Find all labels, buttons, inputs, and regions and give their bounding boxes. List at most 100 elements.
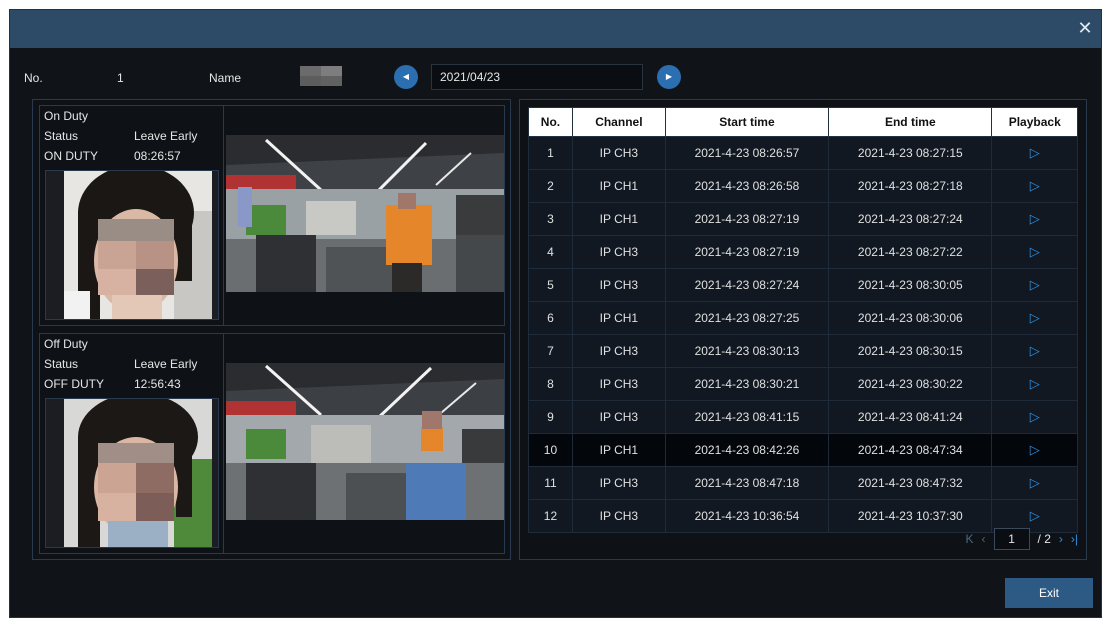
row-no: 8 <box>528 367 573 401</box>
play-icon[interactable]: ▷ <box>1030 409 1040 424</box>
play-icon[interactable]: ▷ <box>1030 475 1040 490</box>
row-channel: IP CH1 <box>571 169 666 203</box>
on-duty-time-label: ON DUTY <box>44 149 98 163</box>
row-start-time: 2021-4-23 08:27:24 <box>664 268 830 302</box>
play-icon[interactable]: ▷ <box>1030 211 1040 226</box>
page-input[interactable]: 1 <box>993 528 1030 550</box>
col-channel: Channel <box>571 107 666 137</box>
row-no: 1 <box>528 136 573 170</box>
on-duty-block: On Duty Status Leave Early ON DUTY 08:26… <box>39 105 505 326</box>
off-duty-scene-snapshot[interactable] <box>226 363 504 520</box>
table-row[interactable]: 3 IP CH1 2021-4-23 08:27:19 2021-4-23 08:27… <box>528 202 1078 236</box>
on-duty-status-value: Leave Early <box>134 129 198 143</box>
row-channel: IP CH3 <box>571 334 666 368</box>
row-start-time: 2021-4-23 08:42:26 <box>664 433 830 467</box>
table-row[interactable]: 2 IP CH1 2021-4-23 08:26:58 2021-4-23 08:27… <box>528 169 1078 203</box>
row-playback: ▷ <box>991 202 1078 236</box>
table-row[interactable]: 4 IP CH3 2021-4-23 08:27:19 2021-4-23 08:27… <box>528 235 1078 269</box>
row-start-time: 2021-4-23 08:27:25 <box>664 301 830 335</box>
on-duty-face-snapshot[interactable] <box>45 170 219 320</box>
on-duty-scene-snapshot[interactable] <box>226 135 504 292</box>
play-icon[interactable]: ▷ <box>1030 442 1040 457</box>
table-row[interactable]: 11 IP CH3 2021-4-23 08:47:18 2021-4-23 08:4… <box>528 466 1078 500</box>
row-channel: IP CH1 <box>571 433 666 467</box>
close-icon[interactable]: ✕ <box>1075 18 1095 38</box>
off-duty-status-value: Leave Early <box>134 357 198 371</box>
row-channel: IP CH3 <box>571 268 666 302</box>
col-playback: Playback <box>991 107 1078 137</box>
play-icon[interactable]: ▷ <box>1030 277 1040 292</box>
table-row[interactable]: 9 IP CH3 2021-4-23 08:41:15 2021-4-23 08:41… <box>528 400 1078 434</box>
row-no: 2 <box>528 169 573 203</box>
row-channel: IP CH1 <box>571 202 666 236</box>
name-label: Name <box>209 71 242 85</box>
row-start-time: 2021-4-23 08:27:19 <box>664 202 830 236</box>
attendance-dialog: ✕ No. 1 Name ◀ 2021/04/23 ▶ On Duty Stat… <box>9 9 1102 618</box>
row-channel: IP CH3 <box>571 466 666 500</box>
row-end-time: 2021-4-23 08:47:32 <box>828 466 993 500</box>
table-row[interactable]: 6 IP CH1 2021-4-23 08:27:25 2021-4-23 08:30… <box>528 301 1078 335</box>
row-playback: ▷ <box>991 136 1078 170</box>
play-icon[interactable]: ▷ <box>1030 145 1040 160</box>
play-icon[interactable]: ▷ <box>1030 376 1040 391</box>
off-duty-status-label: Status <box>44 357 79 371</box>
row-end-time: 2021-4-23 08:41:24 <box>828 400 993 434</box>
on-duty-time-value: 08:26:57 <box>134 149 181 163</box>
row-start-time: 2021-4-23 08:26:58 <box>664 169 830 203</box>
row-end-time: 2021-4-23 08:27:22 <box>828 235 993 269</box>
row-end-time: 2021-4-23 08:27:18 <box>828 169 993 203</box>
row-playback: ▷ <box>991 301 1078 335</box>
table-row[interactable]: 1 IP CH3 2021-4-23 08:26:57 2021-4-23 08:27… <box>528 136 1078 170</box>
row-end-time: 2021-4-23 08:27:15 <box>828 136 993 170</box>
prev-page-icon[interactable]: ‹ <box>982 532 986 546</box>
col-no: No. <box>528 107 573 137</box>
next-page-icon[interactable]: › <box>1059 532 1063 546</box>
date-field[interactable]: 2021/04/23 <box>431 64 643 90</box>
first-page-icon[interactable]: K <box>966 532 974 546</box>
play-icon[interactable]: ▷ <box>1030 244 1040 259</box>
duty-panel: On Duty Status Leave Early ON DUTY 08:26… <box>32 99 511 560</box>
table-row[interactable]: 8 IP CH3 2021-4-23 08:30:21 2021-4-23 08:30… <box>528 367 1078 401</box>
row-end-time: 2021-4-23 08:30:15 <box>828 334 993 368</box>
row-playback: ▷ <box>991 400 1078 434</box>
no-label: No. <box>24 71 43 85</box>
table-row[interactable]: 7 IP CH3 2021-4-23 08:30:13 2021-4-23 08:30… <box>528 334 1078 368</box>
last-page-icon[interactable]: ›| <box>1071 532 1078 546</box>
row-end-time: 2021-4-23 08:27:24 <box>828 202 993 236</box>
records-panel: No. Channel Start time End time Playback… <box>519 99 1087 560</box>
row-playback: ▷ <box>991 169 1078 203</box>
play-icon[interactable]: ▷ <box>1030 178 1040 193</box>
row-end-time: 2021-4-23 08:30:06 <box>828 301 993 335</box>
row-start-time: 2021-4-23 08:30:21 <box>664 367 830 401</box>
chevron-left-icon[interactable]: ◀ <box>394 65 418 89</box>
chevron-right-icon[interactable]: ▶ <box>657 65 681 89</box>
row-channel: IP CH3 <box>571 136 666 170</box>
col-end-time: End time <box>828 107 993 137</box>
exit-button[interactable]: Exit <box>1005 578 1093 608</box>
row-playback: ▷ <box>991 466 1078 500</box>
row-start-time: 2021-4-23 08:47:18 <box>664 466 830 500</box>
table-row[interactable]: 5 IP CH3 2021-4-23 08:27:24 2021-4-23 08:30… <box>528 268 1078 302</box>
row-no: 5 <box>528 268 573 302</box>
play-icon[interactable]: ▷ <box>1030 508 1040 523</box>
row-playback: ▷ <box>991 268 1078 302</box>
play-icon[interactable]: ▷ <box>1030 343 1040 358</box>
row-playback: ▷ <box>991 433 1078 467</box>
on-duty-scene-frame <box>226 106 504 325</box>
row-start-time: 2021-4-23 08:41:15 <box>664 400 830 434</box>
off-duty-time-value: 12:56:43 <box>134 377 181 391</box>
row-no: 3 <box>528 202 573 236</box>
row-start-time: 2021-4-23 08:27:19 <box>664 235 830 269</box>
off-duty-face-snapshot[interactable] <box>45 398 219 548</box>
play-icon[interactable]: ▷ <box>1030 310 1040 325</box>
pagination: K ‹ 1 / 2 › ›| <box>966 528 1078 550</box>
row-end-time: 2021-4-23 08:47:34 <box>828 433 993 467</box>
off-duty-block: Off Duty Status Leave Early OFF DUTY 12:… <box>39 333 505 554</box>
row-no: 9 <box>528 400 573 434</box>
off-duty-scene-frame <box>226 334 504 553</box>
row-channel: IP CH3 <box>571 499 666 533</box>
on-duty-info: On Duty Status Leave Early ON DUTY 08:26… <box>40 106 224 325</box>
table-row[interactable]: 10 IP CH1 2021-4-23 08:42:26 2021-4-23 08:4… <box>528 433 1078 467</box>
table-body: 1 IP CH3 2021-4-23 08:26:57 2021-4-23 08:27… <box>528 136 1078 533</box>
table-header-row: No. Channel Start time End time Playback <box>528 107 1078 137</box>
